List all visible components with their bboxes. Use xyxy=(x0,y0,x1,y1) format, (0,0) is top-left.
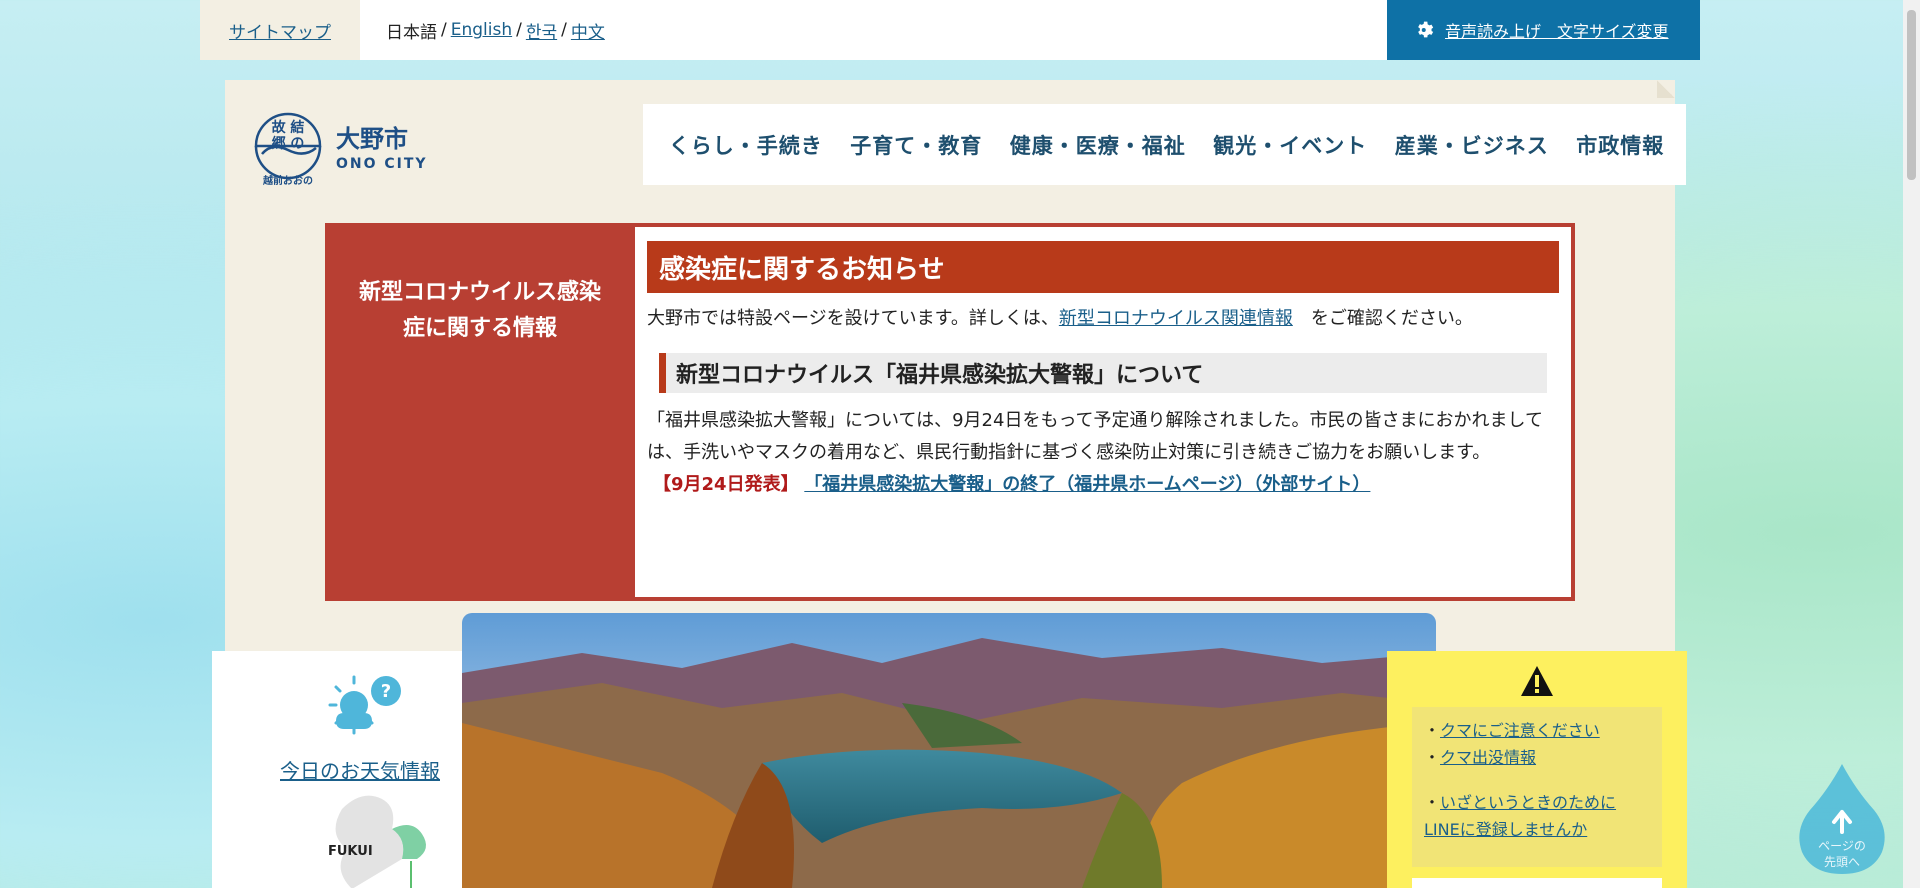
corona-side-title: 新型コロナウイルス感染 症に関する情報 xyxy=(359,275,601,347)
line-register-link[interactable]: いざというときのためにLINEに登録しませんか xyxy=(1424,793,1616,839)
lang-separator: / xyxy=(516,20,522,40)
corona-release: 【9月24日発表】 「福井県感染拡大警報」の終了（福井県ホームページ）（外部サイ… xyxy=(653,469,1559,501)
logo-mark-icon: 故 結 郷 の 越前おおの xyxy=(254,112,322,186)
hero-landscape-image xyxy=(462,613,1436,888)
voice-textsize-button[interactable]: 音声読み上げ 文字サイズ変更 xyxy=(1387,0,1700,60)
lang-korean-link[interactable]: 한국 xyxy=(526,18,557,43)
release-link[interactable]: 「福井県感染拡大警報」の終了（福井県ホームページ）（外部サイト） xyxy=(804,474,1370,495)
lang-separator: / xyxy=(441,20,447,40)
corona-side: 新型コロナウイルス感染 症に関する情報 xyxy=(325,223,635,601)
logo-name-jp: 大野市 xyxy=(336,124,408,153)
svg-text:郷 の: 郷 の xyxy=(272,136,305,152)
lang-current: 日本語 xyxy=(386,22,437,43)
alerts-bottom-bar xyxy=(1412,878,1662,888)
svg-text:越前おおの: 越前おおの xyxy=(262,174,313,186)
nav-kenko[interactable]: 健康・医療・福祉 xyxy=(1010,130,1186,160)
corona-side-title-line1: 新型コロナウイルス感染 xyxy=(358,280,601,305)
alerts-card: ・クマにご注意ください ・クマ出没情報 ・いざというときのためにLINEに登録し… xyxy=(1387,651,1687,888)
scrollbar-thumb[interactable] xyxy=(1907,10,1916,180)
corona-lead-pre: 大野市では特設ページを設けています。詳しくは、 xyxy=(647,308,1059,329)
corona-box: 感染症に関するお知らせ 大野市では特設ページを設けています。詳しくは、新型コロナ… xyxy=(635,227,1571,597)
nav-kurashi[interactable]: くらし・手続き xyxy=(669,130,823,160)
global-nav: くらし・手続き 子育て・教育 健康・医療・福祉 観光・イベント 産業・ビジネス … xyxy=(643,104,1686,185)
corona-body: 「福井県感染拡大警報」については、9月24日をもって予定通り解除されました。市民… xyxy=(647,410,1544,463)
warning-icon xyxy=(1521,666,1553,696)
corona-side-title-line2: 症に関する情報 xyxy=(402,316,557,341)
lang-chinese-link[interactable]: 中文 xyxy=(571,18,605,43)
scrollbar[interactable] xyxy=(1903,0,1920,888)
site-logo[interactable]: 故 結 郷 の 越前おおの 大野市 ONO CITY xyxy=(250,104,428,186)
water-drop-icon: ページの 先頭へ xyxy=(1799,764,1885,874)
top-bar: サイトマップ 日本語 / English / 한국 / 中文 音声読み上げ 文字サイズ… xyxy=(200,0,1700,60)
corona-heading: 感染症に関するお知らせ xyxy=(647,241,1559,293)
logo-text: 大野市 ONO CITY xyxy=(336,119,428,172)
svg-text:故 結: 故 結 xyxy=(272,119,305,136)
panel-corner xyxy=(1657,80,1675,98)
page-top-line1: ページの xyxy=(1818,839,1866,853)
list-item: ・いざというときのためにLINEに登録しませんか xyxy=(1424,793,1617,839)
corona-lead-post: をご確認ください。 xyxy=(1292,308,1473,329)
fukui-map-icon: FUKUI xyxy=(328,795,426,888)
page-top-button[interactable]: ページの 先頭へ xyxy=(1796,760,1888,878)
list-item: ・クマ出没情報 xyxy=(1424,748,1537,767)
list-item: ・クマにご注意ください xyxy=(1424,721,1600,740)
bear-caution-link[interactable]: クマにご注意ください xyxy=(1440,721,1600,740)
bear-sighting-link[interactable]: クマ出没情報 xyxy=(1440,748,1536,767)
sitemap-area: サイトマップ xyxy=(200,0,360,60)
corona-lead: 大野市では特設ページを設けています。詳しくは、新型コロナウイルス関連情報 をご確… xyxy=(647,303,1559,335)
nav-kosodate[interactable]: 子育て・教育 xyxy=(850,130,982,160)
voice-textsize-label: 音声読み上げ 文字サイズ変更 xyxy=(1445,22,1669,41)
corona-notice: 新型コロナウイルス感染 症に関する情報 感染症に関するお知らせ 大野市では特設ペ… xyxy=(325,223,1575,601)
logo-name-en: ONO CITY xyxy=(336,155,428,172)
hero-photo xyxy=(462,613,1436,888)
release-tag: 【9月24日発表】 xyxy=(653,474,799,495)
lang-english-link[interactable]: English xyxy=(451,20,512,40)
corona-info-link[interactable]: 新型コロナウイルス関連情報 xyxy=(1059,308,1293,329)
nav-sangyo[interactable]: 産業・ビジネス xyxy=(1395,130,1549,160)
alerts-list: ・クマにご注意ください ・クマ出没情報 ・いざというときのためにLINEに登録し… xyxy=(1412,707,1662,867)
page-top-line2: 先頭へ xyxy=(1824,855,1860,869)
nav-shisei[interactable]: 市政情報 xyxy=(1576,130,1664,160)
gear-icon xyxy=(1418,21,1434,38)
nav-kanko[interactable]: 観光・イベント xyxy=(1213,130,1367,160)
svg-text:?: ? xyxy=(381,681,391,702)
lang-separator: / xyxy=(561,20,567,40)
weather-icon: ? xyxy=(328,675,401,735)
sitemap-link[interactable]: サイトマップ xyxy=(229,18,331,43)
fukui-map-label: FUKUI xyxy=(328,844,373,859)
language-switcher: 日本語 / English / 한국 / 中文 xyxy=(360,0,1387,60)
corona-subheading: 新型コロナウイルス「福井県感染拡大警報」について xyxy=(659,353,1547,393)
